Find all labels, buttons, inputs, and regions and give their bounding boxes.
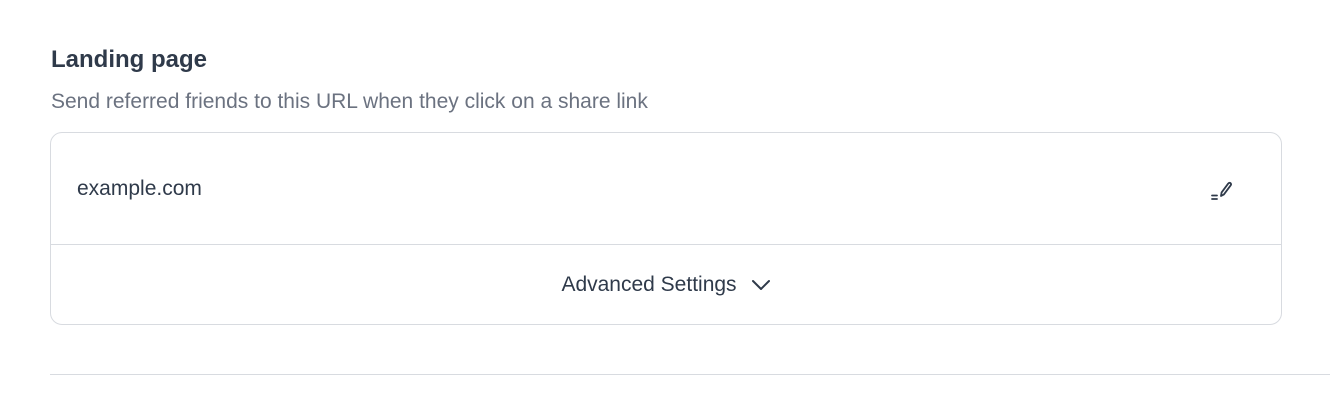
section-divider	[50, 374, 1330, 375]
advanced-settings-toggle[interactable]: Advanced Settings	[51, 245, 1281, 324]
landing-page-section: Landing page Send referred friends to th…	[50, 0, 1330, 400]
section-title: Landing page	[51, 46, 207, 73]
landing-page-card: example.com Advanced Settings	[50, 132, 1282, 325]
landing-url-row: example.com	[51, 133, 1281, 245]
chevron-down-icon	[751, 278, 771, 292]
section-description: Send referred friends to this URL when t…	[51, 90, 648, 113]
landing-url-value: example.com	[77, 177, 202, 200]
advanced-settings-label: Advanced Settings	[561, 272, 737, 296]
pencil-edit-icon[interactable]	[1207, 175, 1237, 205]
